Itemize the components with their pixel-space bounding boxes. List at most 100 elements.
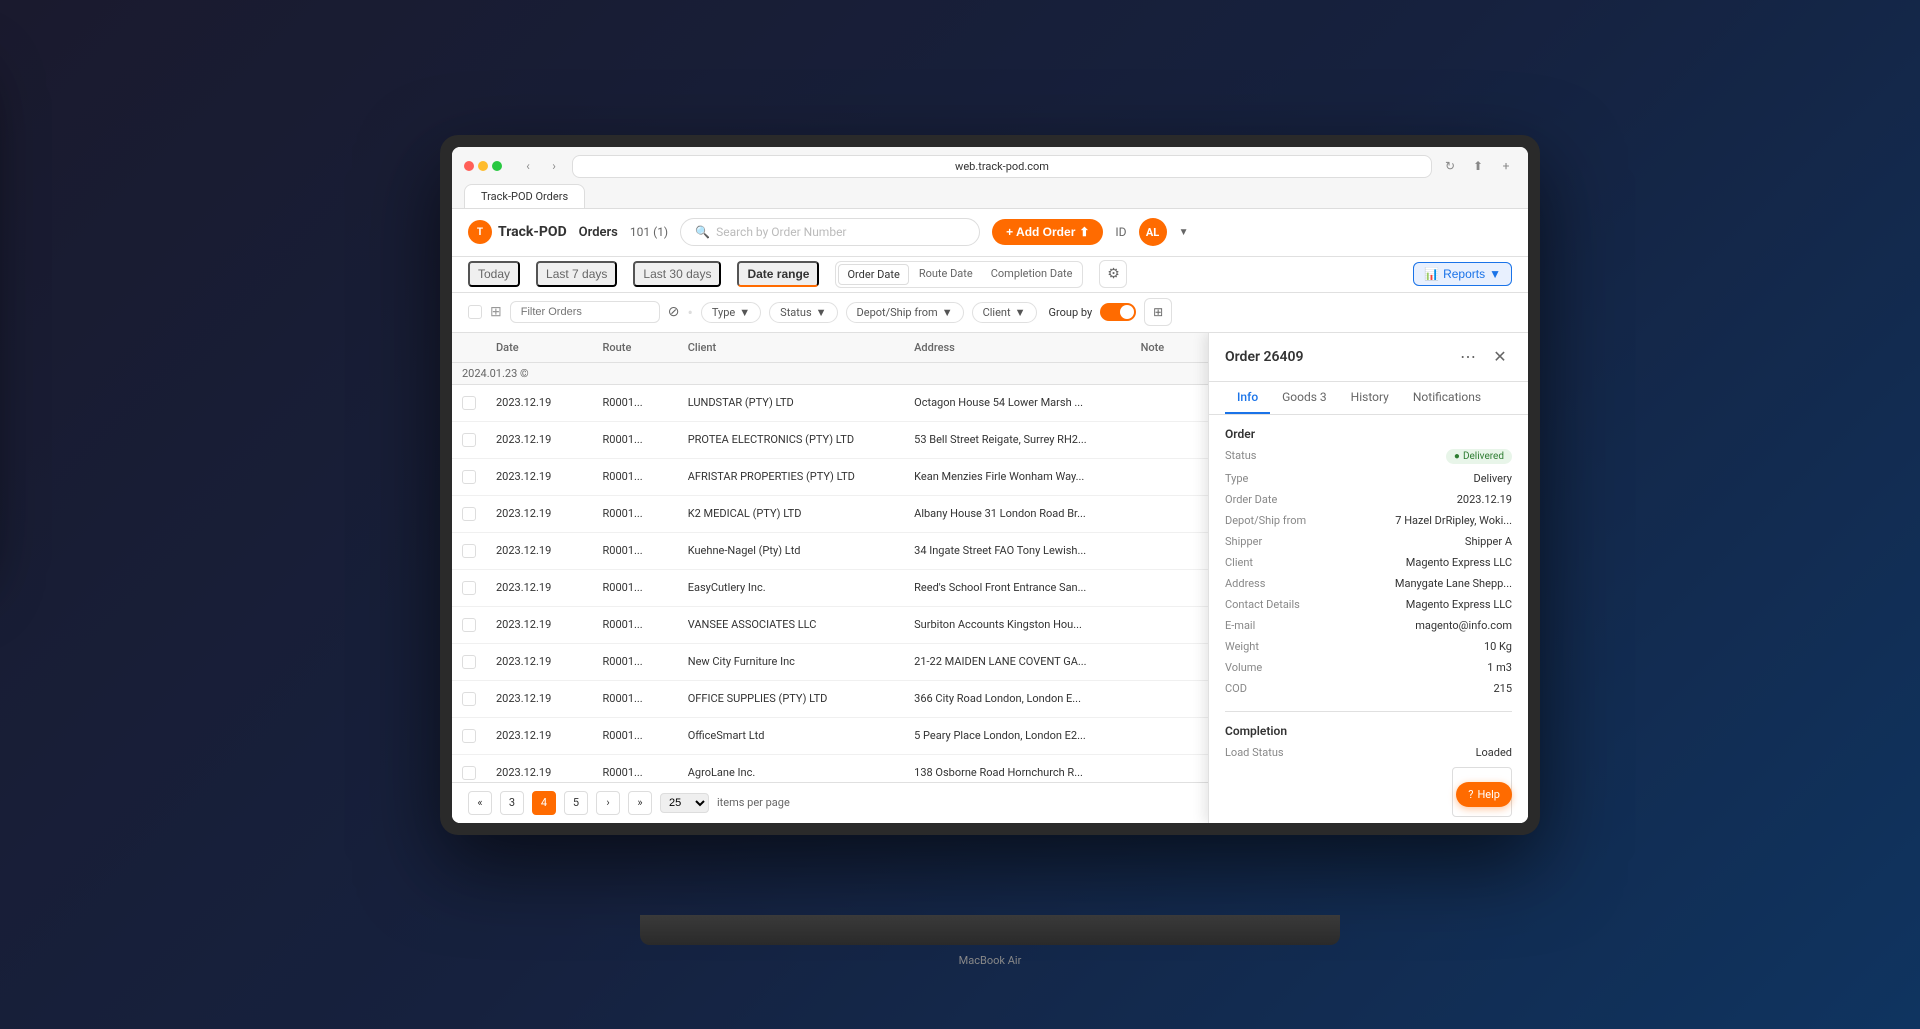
close-window-btn[interactable]: [464, 161, 474, 171]
reload-btn[interactable]: ↻: [1440, 156, 1460, 176]
contact-label: Contact Details: [1225, 598, 1315, 611]
page-3-btn[interactable]: 3: [500, 791, 524, 815]
email-label: E-mail: [1225, 619, 1315, 632]
depot-value: 7 Hazel DrRipley, Woki...: [1395, 514, 1512, 527]
row-checkbox[interactable]: [452, 754, 486, 782]
date-range-filter-btn[interactable]: Date range: [737, 261, 819, 287]
logo-icon: T: [468, 220, 492, 244]
reports-dropdown-icon: ▼: [1489, 267, 1501, 281]
last7-filter-btn[interactable]: Last 7 days: [536, 261, 617, 287]
add-order-button[interactable]: + Add Order ⬆: [992, 219, 1103, 245]
status-filter-chip[interactable]: Status ▼: [769, 302, 837, 323]
tab-info[interactable]: Info: [1225, 382, 1270, 414]
row-client: VANSEE ASSOCIATES LLC: [678, 606, 904, 643]
browser-tab[interactable]: Track-POD Orders: [464, 184, 585, 208]
group-by-label: Group by: [1049, 306, 1093, 319]
completion-title: Completion: [1225, 724, 1512, 738]
row-checkbox[interactable]: [452, 532, 486, 569]
row-address: Kean Menzies Firle Wonham Way...: [904, 458, 1130, 495]
table-header-checkbox: [452, 333, 486, 363]
row-checkbox[interactable]: [452, 569, 486, 606]
items-per-page-select[interactable]: 25 50 100: [660, 793, 709, 813]
client-filter-chip[interactable]: Client ▼: [972, 302, 1037, 323]
row-checkbox[interactable]: [452, 421, 486, 458]
address-bar[interactable]: web.track-pod.com: [572, 155, 1432, 178]
order-date-label: Order Date: [1225, 493, 1315, 506]
more-options-btn[interactable]: ⋯: [1456, 345, 1480, 369]
items-per-page-label: items per page: [717, 796, 790, 809]
route-date-tab[interactable]: Route Date: [911, 264, 981, 285]
order-detail-panel: Order 26409 ⋯ ✕ Info Goods 3 History Not…: [1208, 333, 1528, 823]
row-route: R0001...: [593, 421, 678, 458]
share-btn[interactable]: ⬆: [1468, 156, 1488, 176]
panel-title: Order 26409: [1225, 349, 1303, 365]
row-address: Octagon House 54 Lower Marsh ...: [904, 384, 1130, 421]
tab-history[interactable]: History: [1339, 382, 1401, 414]
fullscreen-window-btn[interactable]: [492, 161, 502, 171]
page-5-btn[interactable]: 5: [564, 791, 588, 815]
today-filter-btn[interactable]: Today: [468, 261, 520, 287]
help-button[interactable]: ? Help: [1456, 782, 1512, 807]
row-checkbox[interactable]: [452, 606, 486, 643]
weight-value: 10 Kg: [1484, 640, 1512, 653]
filter-orders-input[interactable]: [510, 301, 660, 323]
row-route: R0001...: [593, 754, 678, 782]
row-checkbox[interactable]: [452, 384, 486, 421]
dropdown-icon[interactable]: ▼: [1179, 227, 1189, 238]
row-checkbox[interactable]: [452, 680, 486, 717]
macbook-container: ‹ › web.track-pod.com ↻ ⬆ + Track-POD Or…: [440, 135, 1540, 915]
row-address: 366 City Road London, London E...: [904, 680, 1130, 717]
back-btn[interactable]: ‹: [518, 156, 538, 176]
row-address: 21-22 MAIDEN LANE COVENT GA...: [904, 643, 1130, 680]
client-row: Client Magento Express LLC: [1225, 556, 1512, 569]
minimize-window-btn[interactable]: [478, 161, 488, 171]
depot-label: Depot/Ship from: [1225, 514, 1315, 527]
row-route: R0001...: [593, 532, 678, 569]
row-checkbox[interactable]: [452, 495, 486, 532]
prev-pages-btn[interactable]: «: [468, 791, 492, 815]
close-panel-btn[interactable]: ✕: [1488, 345, 1512, 369]
settings-btn[interactable]: ⚙: [1099, 260, 1127, 288]
row-route: R0001...: [593, 569, 678, 606]
depot-row: Depot/Ship from 7 Hazel DrRipley, Woki..…: [1225, 514, 1512, 527]
panel-content: Order Status ● Delivered Type: [1209, 415, 1528, 823]
browser-chrome: ‹ › web.track-pod.com ↻ ⬆ + Track-POD Or…: [452, 147, 1528, 209]
row-address: 5 Peary Place London, London E2...: [904, 717, 1130, 754]
forward-btn[interactable]: ›: [544, 156, 564, 176]
cod-value: 215: [1493, 682, 1512, 695]
filter-icon[interactable]: ⊘: [668, 304, 680, 320]
row-date: 2023.12.19: [486, 458, 593, 495]
depot-chip-label: Depot/Ship from: [857, 306, 938, 319]
filter-row: ⊞ ⊘ • Type ▼ Status ▼ Depot/Ship from ▼: [452, 293, 1528, 333]
row-date: 2023.12.19: [486, 421, 593, 458]
row-route: R0001...: [593, 643, 678, 680]
app-toolbar: T Track-POD Orders 101 (1) 🔍 Search by O…: [452, 209, 1528, 257]
type-filter-chip[interactable]: Type ▼: [701, 302, 761, 323]
depot-chip-icon: ▼: [942, 306, 953, 319]
page-4-btn[interactable]: 4: [532, 791, 556, 815]
app-container: T Track-POD Orders 101 (1) 🔍 Search by O…: [452, 209, 1528, 823]
row-checkbox[interactable]: [452, 458, 486, 495]
row-checkbox[interactable]: [452, 717, 486, 754]
order-date-tab[interactable]: Order Date: [838, 264, 908, 285]
last-page-btn[interactable]: »: [628, 791, 652, 815]
reports-button[interactable]: 📊 Reports ▼: [1413, 262, 1512, 286]
depot-filter-chip[interactable]: Depot/Ship from ▼: [846, 302, 964, 323]
row-route: R0001...: [593, 384, 678, 421]
group-by-toggle[interactable]: [1100, 303, 1136, 321]
row-checkbox[interactable]: [452, 643, 486, 680]
table-header-route: Route: [593, 333, 678, 363]
orders-title: Orders: [579, 225, 618, 240]
search-bar[interactable]: 🔍 Search by Order Number: [680, 218, 980, 246]
next-pages-btn[interactable]: ›: [596, 791, 620, 815]
status-label: Status: [1225, 449, 1315, 462]
last30-filter-btn[interactable]: Last 30 days: [633, 261, 721, 287]
grid-view-btn[interactable]: ⊞: [1144, 298, 1172, 326]
new-tab-btn[interactable]: +: [1496, 156, 1516, 176]
select-all-checkbox[interactable]: [468, 305, 482, 319]
panel-header: Order 26409 ⋯ ✕: [1209, 333, 1528, 382]
tab-notifications[interactable]: Notifications: [1401, 382, 1493, 414]
tab-goods[interactable]: Goods 3: [1270, 382, 1339, 414]
completion-date-tab[interactable]: Completion Date: [983, 264, 1081, 285]
row-date: 2023.12.19: [486, 384, 593, 421]
